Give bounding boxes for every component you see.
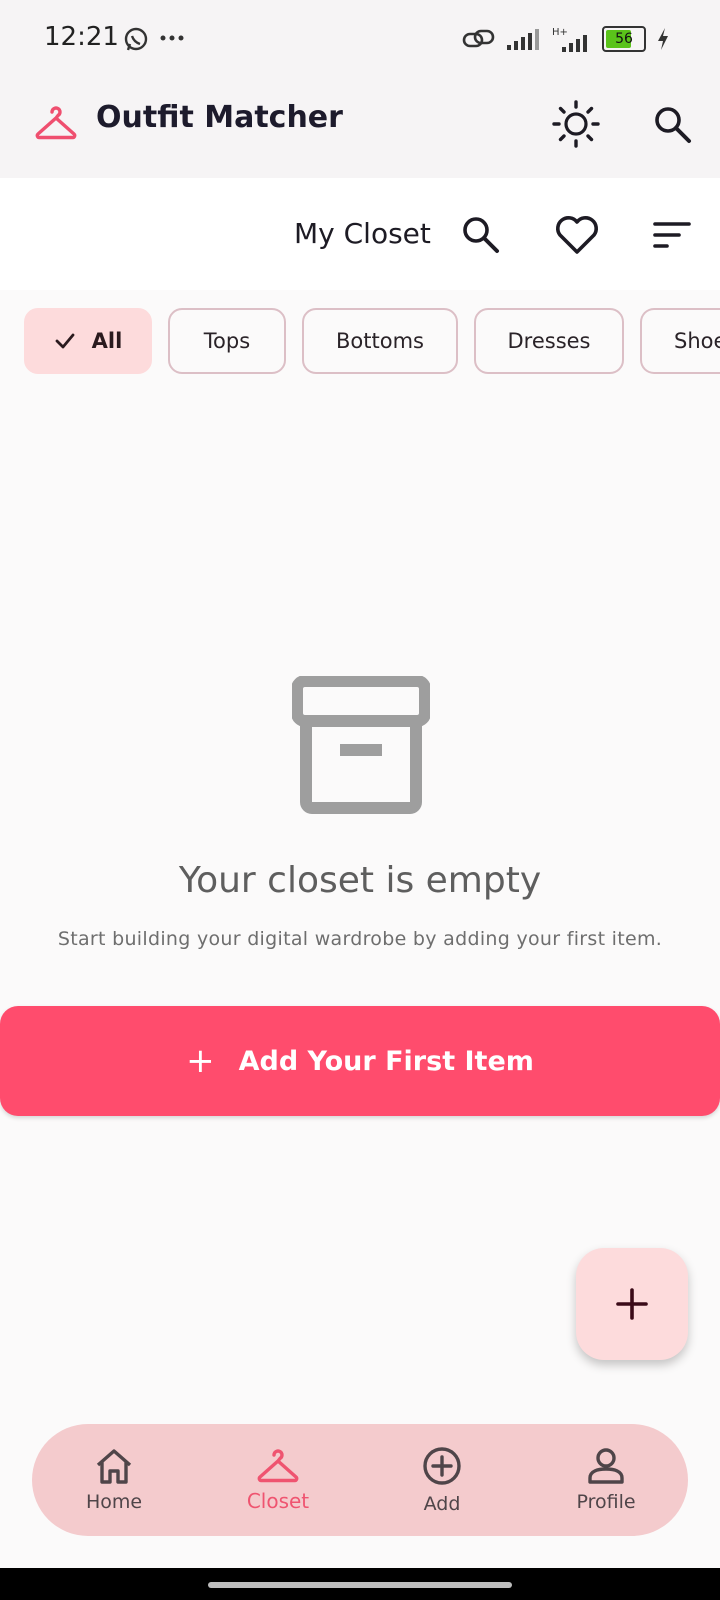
charging-icon (658, 28, 668, 50)
hanger-logo-icon (35, 106, 77, 140)
gesture-handle[interactable] (208, 1582, 512, 1588)
nav-label-closet: Closet (246, 1489, 310, 1513)
nav-item-profile[interactable]: Profile (536, 1424, 676, 1536)
filter-chip-label: Tops (203, 329, 251, 353)
hanger-icon (257, 1449, 299, 1483)
plus-icon: + (186, 1041, 215, 1081)
signal-hplus-icon: H+ (552, 27, 587, 52)
filter-chip-tops[interactable]: Tops (168, 308, 286, 374)
archive-box-icon (292, 676, 430, 814)
filter-chip-all[interactable]: All (24, 308, 152, 374)
nav-item-closet[interactable]: Closet (208, 1424, 348, 1536)
filter-chip-shoes[interactable]: Shoes (640, 308, 720, 374)
filter-chip-label: Dresses (507, 329, 591, 353)
closet-search-button[interactable] (454, 210, 508, 260)
status-time: 12:21 (44, 22, 119, 52)
app-title: Outfit Matcher (96, 100, 343, 135)
nav-label-profile: Profile (576, 1491, 636, 1513)
search-icon (655, 107, 691, 143)
nav-item-home[interactable]: Home (44, 1424, 184, 1536)
filter-chip-label: All (91, 329, 123, 353)
filter-chip-label: Shoes (674, 329, 720, 353)
battery-level: 56 (615, 31, 633, 47)
favorites-button[interactable] (552, 210, 602, 260)
add-circle-icon (423, 1447, 461, 1485)
add-first-item-label: Add Your First Item (238, 1045, 534, 1077)
filter-chip-dresses[interactable]: Dresses (474, 308, 624, 374)
brightness-icon (552, 100, 600, 148)
brightness-button[interactable] (544, 98, 608, 150)
heart-icon (556, 216, 598, 254)
empty-state-title: Your closet is empty (178, 860, 542, 901)
link-icon (462, 29, 495, 48)
nav-item-add[interactable]: Add (372, 1424, 512, 1536)
check-icon (55, 333, 75, 349)
battery-icon: 56 (602, 26, 646, 52)
filter-chip-bottoms[interactable]: Bottoms (302, 308, 458, 374)
add-first-item-button[interactable]: + Add Your First Item (0, 1006, 720, 1116)
status-icons: H+ 56 (462, 22, 670, 56)
whatsapp-icon (124, 27, 148, 51)
nav-label-add: Add (423, 1493, 461, 1515)
nav-label-home: Home (85, 1491, 143, 1513)
profile-icon (588, 1448, 624, 1484)
plus-icon (616, 1288, 648, 1320)
app-search-button[interactable] (646, 100, 700, 150)
empty-state-subtitle: Start building your digital wardrobe by … (57, 928, 663, 950)
search-icon (463, 217, 499, 253)
add-item-fab[interactable] (576, 1248, 688, 1360)
sort-icon (653, 222, 691, 248)
more-dots-icon (160, 35, 184, 41)
svg-text:H+: H+ (552, 27, 568, 38)
sort-button[interactable] (650, 212, 694, 258)
signal-icon (507, 29, 539, 50)
filter-chip-label: Bottoms (336, 329, 424, 353)
closet-title: My Closet (294, 217, 431, 250)
home-icon (96, 1449, 132, 1484)
